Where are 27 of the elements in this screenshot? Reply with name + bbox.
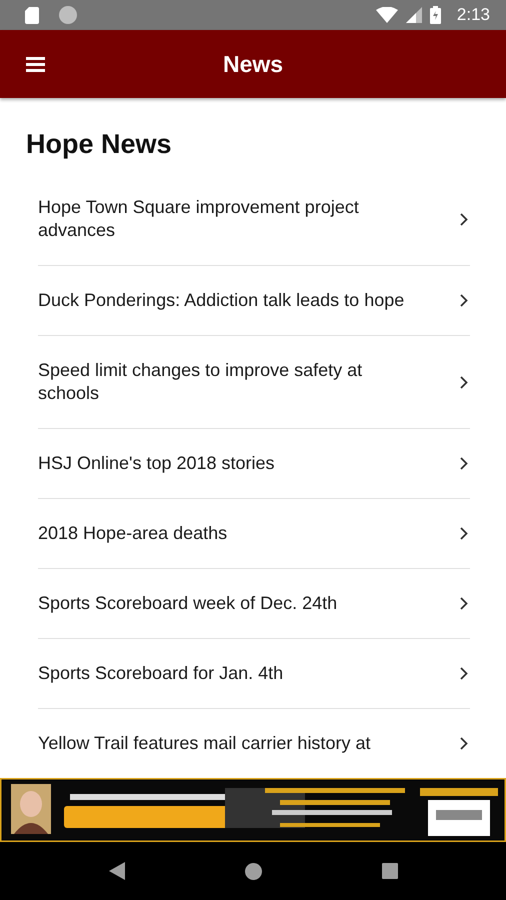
chevron-icon <box>460 667 468 680</box>
article-item[interactable]: Duck Ponderings: Addiction talk leads to hope <box>38 266 470 336</box>
article-item[interactable]: 2018 Hope-area deaths <box>38 499 470 569</box>
wifi-icon <box>376 7 398 23</box>
circle-icon <box>59 6 77 24</box>
section-title: Hope News <box>26 129 173 160</box>
article-item[interactable]: HSJ Online's top 2018 stories <box>38 429 470 499</box>
sd-card-icon <box>25 6 39 24</box>
chevron-icon <box>460 294 468 307</box>
menu-icon[interactable] <box>26 56 45 72</box>
chevron-icon <box>460 597 468 610</box>
chevron-icon <box>460 376 468 388</box>
article-item[interactable]: Hope Town Square improvement project advances <box>38 173 470 266</box>
clock-time: 2:13 <box>456 5 490 25</box>
signal-icon <box>406 7 422 23</box>
chevron-icon <box>460 457 468 470</box>
battery-icon <box>430 6 441 24</box>
article-item[interactable]: Speed limit changes to improve safety at schools <box>38 336 470 429</box>
chevron-icon <box>460 527 468 540</box>
article-item[interactable]: Sports Scoreboard for Jan. 4th <box>38 639 470 709</box>
chevron-icon <box>460 737 468 750</box>
chevron-icon <box>460 212 468 226</box>
home-icon[interactable] <box>244 862 262 880</box>
back-icon[interactable] <box>108 862 124 880</box>
article-item[interactable]: Sports Scoreboard week of Dec. 24th <box>38 569 470 639</box>
app-title: News <box>222 50 284 78</box>
overview-icon[interactable] <box>382 863 398 879</box>
